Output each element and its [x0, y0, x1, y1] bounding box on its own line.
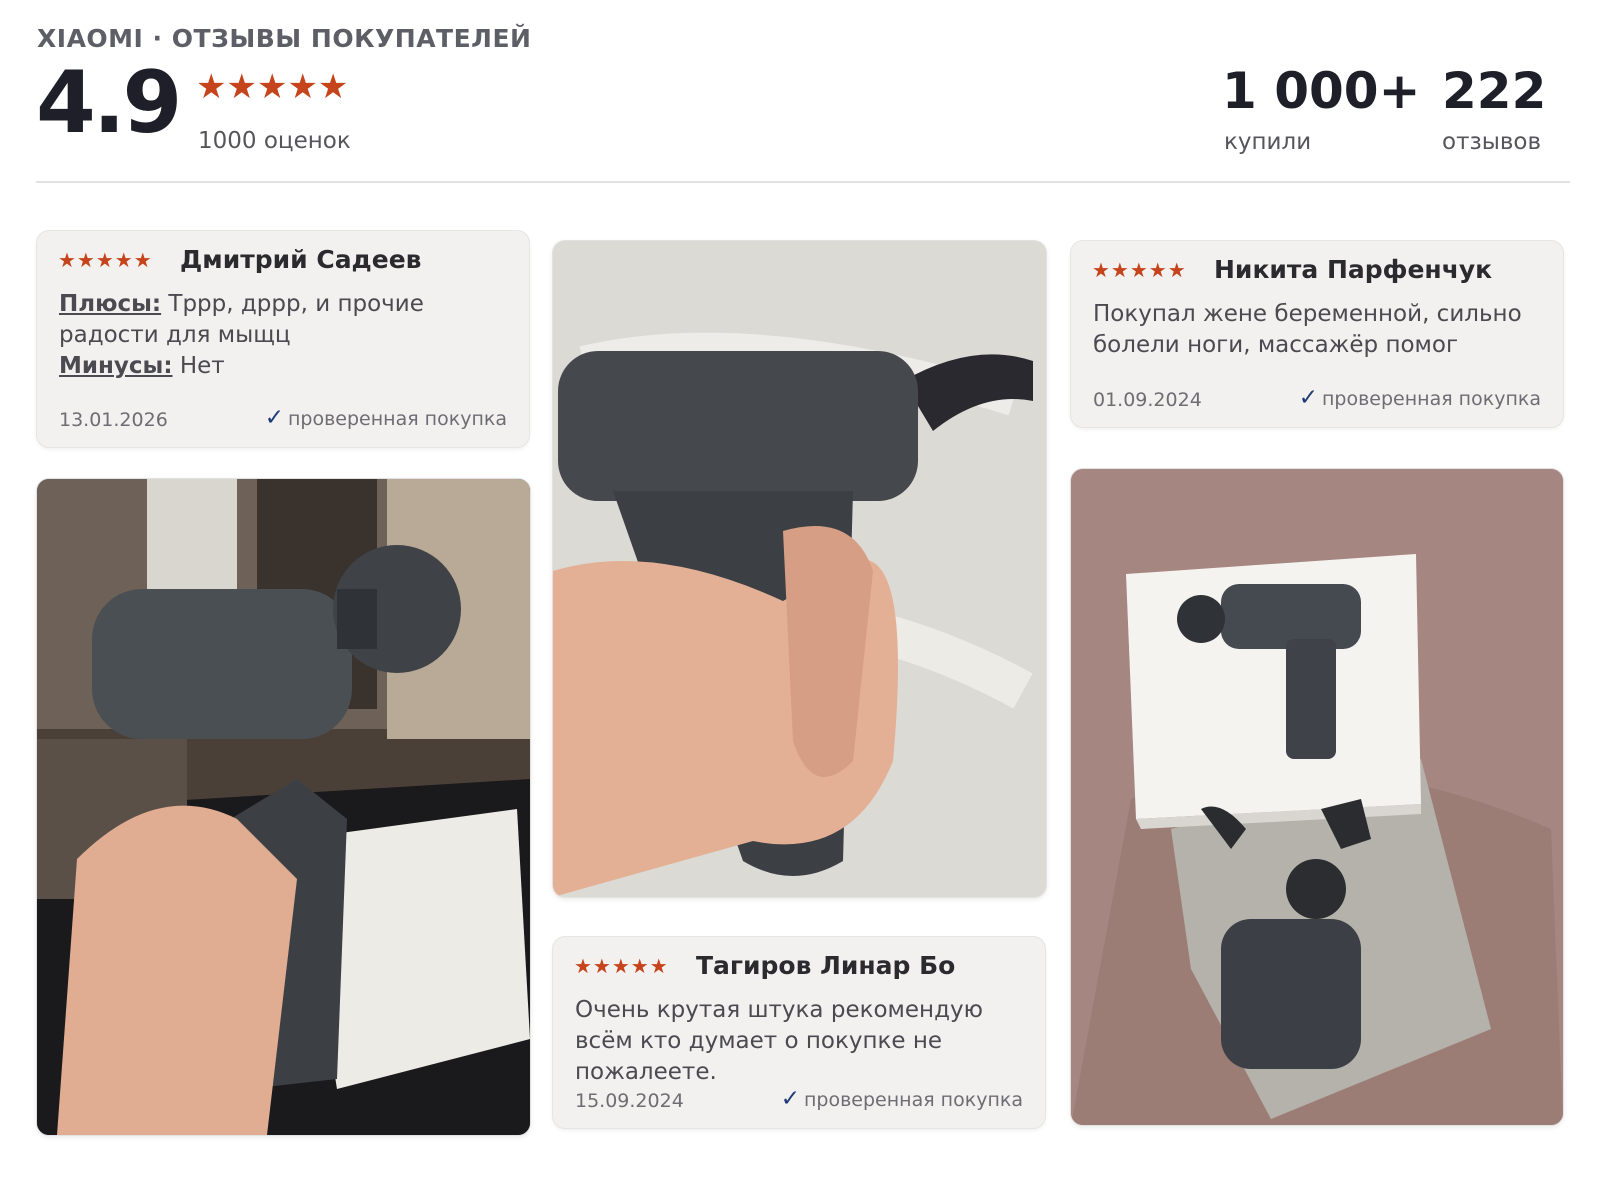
verified-label: проверенная покупка	[803, 1089, 1023, 1111]
review-stars: ★★★★★	[574, 954, 669, 978]
rating-stars: ★★★★★	[196, 67, 349, 107]
massager-photo-2	[553, 241, 1046, 897]
review-card[interactable]: ★★★★★ Дмитрий Садеев Плюсы: Тррр, дррр, …	[37, 231, 529, 447]
review-photo[interactable]	[553, 241, 1046, 897]
check-icon: ✓	[1298, 385, 1318, 411]
review-photo[interactable]	[37, 479, 530, 1135]
check-icon: ✓	[780, 1086, 800, 1112]
reviews-count: 222	[1442, 62, 1547, 120]
bought-label: купили	[1224, 129, 1312, 155]
review-date: 15.09.2024	[575, 1090, 684, 1112]
check-icon: ✓	[264, 405, 284, 431]
review-stars: ★★★★★	[58, 248, 153, 272]
ratings-count: 1000 оценок	[198, 128, 351, 154]
review-text: Плюсы: Тррр, дррр, и прочие радости для …	[59, 289, 499, 382]
average-rating: 4.9	[36, 53, 182, 153]
review-date: 01.09.2024	[1093, 389, 1202, 411]
review-author: Тагиров Линар Бо	[696, 951, 956, 980]
verified-purchase: ✓ проверенная покупка	[781, 1086, 1023, 1112]
massager-photo-1	[37, 479, 530, 1135]
header-divider	[36, 181, 1570, 183]
verified-purchase: ✓ проверенная покупка	[1299, 385, 1541, 411]
review-card[interactable]: ★★★★★ Никита Парфенчук Покупал жене бере…	[1071, 241, 1563, 427]
reviews-label: отзывов	[1442, 129, 1542, 155]
cons-label: Минусы:	[59, 353, 173, 379]
review-card[interactable]: ★★★★★ Тагиров Линар Бо Очень крутая штук…	[553, 937, 1045, 1128]
verified-label: проверенная покупка	[1321, 388, 1541, 410]
cons-text: Нет	[172, 353, 225, 379]
review-date: 13.01.2026	[59, 409, 168, 431]
verified-label: проверенная покупка	[287, 408, 507, 430]
review-stars: ★★★★★	[1092, 258, 1187, 282]
review-author: Дмитрий Садеев	[180, 245, 422, 274]
review-text: Очень крутая штука рекомендую всём кто д…	[575, 997, 983, 1085]
bought-count: 1 000+	[1222, 62, 1421, 120]
brand-title: XIAOMI · ОТЗЫВЫ ПОКУПАТЕЛЕЙ	[37, 24, 532, 53]
massager-photo-3	[1071, 469, 1563, 1125]
pros-label: Плюсы:	[59, 291, 162, 317]
review-author: Никита Парфенчук	[1214, 255, 1493, 284]
review-photo[interactable]	[1071, 469, 1563, 1125]
review-text: Покупал жене беременной, сильно болели н…	[1093, 301, 1522, 358]
verified-purchase: ✓ проверенная покупка	[265, 405, 507, 431]
